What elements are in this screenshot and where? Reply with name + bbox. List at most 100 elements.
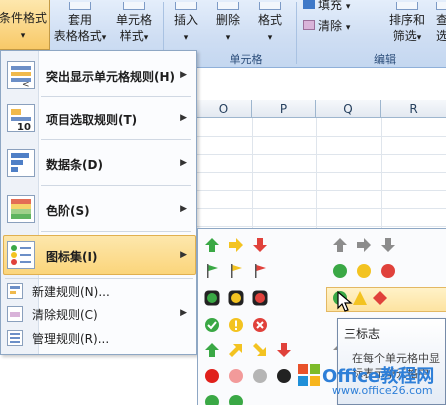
format-cells-icon — [259, 2, 281, 10]
menu-item-new-rule[interactable]: 新建规则(N)... — [1, 280, 196, 302]
find-select-button[interactable]: 查 选 — [432, 2, 446, 46]
find-icon — [436, 2, 446, 10]
table-style-icon — [69, 2, 91, 10]
down-right-arrow-icon — [253, 343, 266, 356]
highlight-cells-icon: < — [7, 61, 35, 90]
clear-button[interactable]: 清除 ▾ — [303, 18, 350, 36]
delete-button[interactable]: 删除 ▾ — [210, 2, 246, 46]
black-circle-icon — [277, 369, 291, 383]
down-arrow-icon — [277, 343, 291, 357]
column-header-r[interactable]: R — [381, 100, 446, 118]
icon-set-three-traffic-lights-rimmed[interactable] — [198, 288, 326, 310]
right-arrow-icon — [357, 238, 371, 252]
menu-separator — [41, 185, 191, 186]
fill-label: 填充 — [318, 0, 343, 12]
gray-circle-icon — [253, 369, 267, 383]
yellow-flag-icon — [231, 264, 242, 278]
sort-filter-button[interactable]: 排序和 筛选▾ — [384, 2, 430, 46]
format-as-table-label-1: 套用 — [67, 13, 92, 27]
menu-item-label: 图标集(I) — [46, 250, 98, 264]
menu-item-label: 突出显示单元格规则(H) — [46, 70, 176, 84]
grid-line — [196, 208, 446, 209]
menu-item-clear-rules[interactable]: 清除规则(C) ▶ — [1, 303, 196, 325]
delete-label: 删除 — [215, 13, 240, 27]
column-headers: O P Q R — [196, 100, 446, 118]
submenu-arrow-icon: ▶ — [180, 204, 187, 214]
grid-line — [252, 118, 253, 236]
clear-rules-icon — [7, 306, 23, 322]
menu-item-icon-sets[interactable]: 图标集(I) ▶ — [1, 235, 196, 275]
office-logo-icon — [298, 364, 320, 386]
menu-item-label: 清除规则(C) — [32, 308, 98, 322]
icon-set-three-symbols-circled[interactable] — [198, 315, 326, 337]
conditional-format-button[interactable]: 条件格式 ▾ — [0, 0, 50, 50]
green-light-icon — [204, 290, 220, 306]
column-header-q[interactable]: Q — [316, 100, 381, 118]
up-right-arrow-icon — [229, 344, 242, 357]
icon-set-three-gray-arrows[interactable] — [326, 235, 446, 257]
icon-set-three-flags[interactable] — [198, 261, 326, 283]
green-flag-icon — [207, 264, 218, 278]
find-select-label-2: 选 — [435, 29, 446, 43]
svg-text:10: 10 — [17, 122, 31, 131]
cells-group-label: 单元格 — [229, 53, 263, 66]
menu-separator — [5, 278, 193, 279]
exclamation-circle-icon — [229, 318, 243, 332]
clear-label: 清除 — [318, 19, 343, 33]
insert-button[interactable]: 插入 ▾ — [168, 2, 204, 46]
grid-line — [196, 226, 446, 227]
pink-circle-icon — [229, 369, 243, 383]
chevron-down-icon: ▾ — [143, 33, 149, 43]
submenu-arrow-icon: ▶ — [180, 70, 187, 80]
chevron-down-icon: ▾ — [183, 33, 189, 43]
eraser-icon — [303, 20, 315, 30]
cell-styles-label-2: 样式 — [119, 29, 144, 43]
column-header-p[interactable]: P — [252, 100, 316, 118]
menu-item-data-bars[interactable]: 数据条(D) ▶ — [1, 143, 196, 183]
editing-group-label: 编辑 — [374, 53, 396, 66]
menu-item-label: 数据条(D) — [46, 158, 103, 172]
data-bars-icon — [7, 149, 35, 177]
yellow-triangle-icon — [353, 291, 367, 305]
menu-item-manage-rules[interactable]: 管理规则(R)... — [1, 327, 196, 349]
submenu-arrow-icon: ▶ — [180, 308, 187, 318]
insert-cells-icon — [175, 2, 197, 10]
column-header-o[interactable]: O — [196, 100, 252, 118]
x-circle-icon — [253, 318, 267, 332]
menu-item-color-scales[interactable]: 色阶(S) ▶ — [1, 189, 196, 229]
group-separator — [296, 2, 297, 64]
chevron-down-icon: ▾ — [225, 33, 231, 43]
green-circle-icon — [333, 264, 347, 278]
menu-item-highlight-cells-rules[interactable]: < 突出显示单元格规则(H) ▶ — [1, 55, 196, 95]
watermark: Office教程网 www.office26.com — [296, 358, 444, 398]
red-light-icon — [252, 290, 268, 306]
menu-item-top-bottom-rules[interactable]: 10 项目选取规则(T) ▶ — [1, 98, 196, 138]
submenu-arrow-icon: ▶ — [180, 158, 187, 168]
chevron-down-icon: ▾ — [267, 33, 273, 43]
up-arrow-icon — [333, 238, 347, 252]
format-label: 格式 — [257, 13, 282, 27]
cell-styles-button[interactable]: 单元格 样式▾ — [110, 2, 158, 46]
icon-set-three-traffic-lights-circle[interactable] — [326, 261, 446, 283]
red-diamond-icon — [373, 291, 387, 305]
chevron-down-icon: ▾ — [345, 2, 351, 12]
submenu-arrow-icon: ▶ — [180, 113, 187, 123]
sort-filter-label-2: 筛选 — [392, 29, 417, 43]
cell-style-icon — [123, 2, 145, 10]
fill-down-icon — [303, 0, 315, 9]
icon-set-three-colored-arrows[interactable] — [198, 235, 326, 257]
menu-item-label: 管理规则(R)... — [32, 332, 110, 346]
format-as-table-button[interactable]: 套用 表格格式▾ — [52, 2, 108, 46]
conditional-format-label: 条件格式 — [0, 11, 47, 25]
submenu-arrow-icon: ▶ — [180, 250, 187, 260]
menu-item-label: 项目选取规则(T) — [46, 113, 138, 127]
chevron-down-icon: ▾ — [20, 31, 26, 41]
green-circle-icon — [205, 395, 219, 405]
green-circle-icon — [229, 395, 243, 405]
icon-sets-icon — [7, 241, 35, 269]
color-scales-icon — [7, 195, 35, 223]
format-button[interactable]: 格式 ▾ — [252, 2, 288, 46]
down-arrow-icon — [381, 238, 395, 252]
fill-button[interactable]: 填充 ▾ — [303, 0, 350, 15]
top-bottom-icon: 10 — [7, 104, 35, 133]
